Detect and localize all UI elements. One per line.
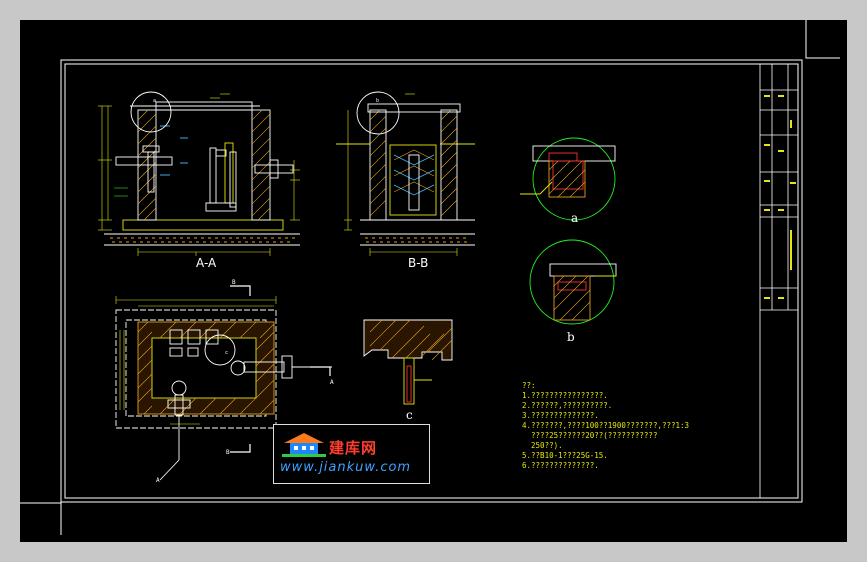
house-icon bbox=[282, 433, 326, 457]
watermark-url: www.jiankuw.com bbox=[280, 460, 412, 475]
detail-b-label: b bbox=[567, 330, 575, 344]
cad-drawing: a b B B A A c bbox=[20, 20, 840, 535]
callout-a: a bbox=[153, 98, 156, 104]
cut-a-right: A bbox=[330, 379, 334, 386]
detail-a-label: a bbox=[571, 211, 579, 225]
note-line: 6.??????????????. bbox=[522, 461, 599, 470]
note-line: 5.??B10-1???25G-15. bbox=[522, 451, 608, 460]
cad-viewport[interactable]: a b B B A A c A-A B-B a b c ??: 1.??????… bbox=[20, 20, 847, 542]
general-notes: ??: 1.????????????????. 2.??????,???????… bbox=[522, 381, 689, 471]
section-bb bbox=[336, 91, 475, 256]
callout-c: c bbox=[225, 350, 228, 356]
detail-a bbox=[520, 137, 616, 221]
drawing-frame bbox=[20, 20, 840, 535]
section-aa-label: A-A bbox=[196, 256, 217, 270]
notes-title: ??: bbox=[522, 381, 536, 390]
watermark-logo: 建库网 www.jiankuw.com bbox=[273, 424, 430, 484]
section-bb-label: B-B bbox=[408, 256, 429, 270]
note-line: ????25??????20??(??????????? bbox=[522, 431, 658, 440]
note-line: 2.??????,??????????. bbox=[522, 401, 613, 410]
cut-b-bottom: B bbox=[226, 449, 230, 456]
section-aa bbox=[98, 91, 300, 256]
note-line: 4.???????,????100??1900???????,???1:3 bbox=[522, 421, 690, 430]
cut-a-left: A bbox=[156, 477, 160, 484]
title-block bbox=[759, 64, 798, 498]
detail-c-label: c bbox=[406, 408, 413, 422]
note-line: 3.??????????????. bbox=[522, 411, 599, 420]
detail-c bbox=[363, 319, 453, 405]
cut-b-top: B bbox=[232, 279, 236, 286]
note-line: 1.????????????????. bbox=[522, 391, 608, 400]
callout-b: b bbox=[376, 98, 379, 104]
watermark-site-name: 建库网 bbox=[329, 439, 378, 457]
detail-b bbox=[529, 239, 617, 325]
note-line: 250??). bbox=[522, 441, 563, 450]
